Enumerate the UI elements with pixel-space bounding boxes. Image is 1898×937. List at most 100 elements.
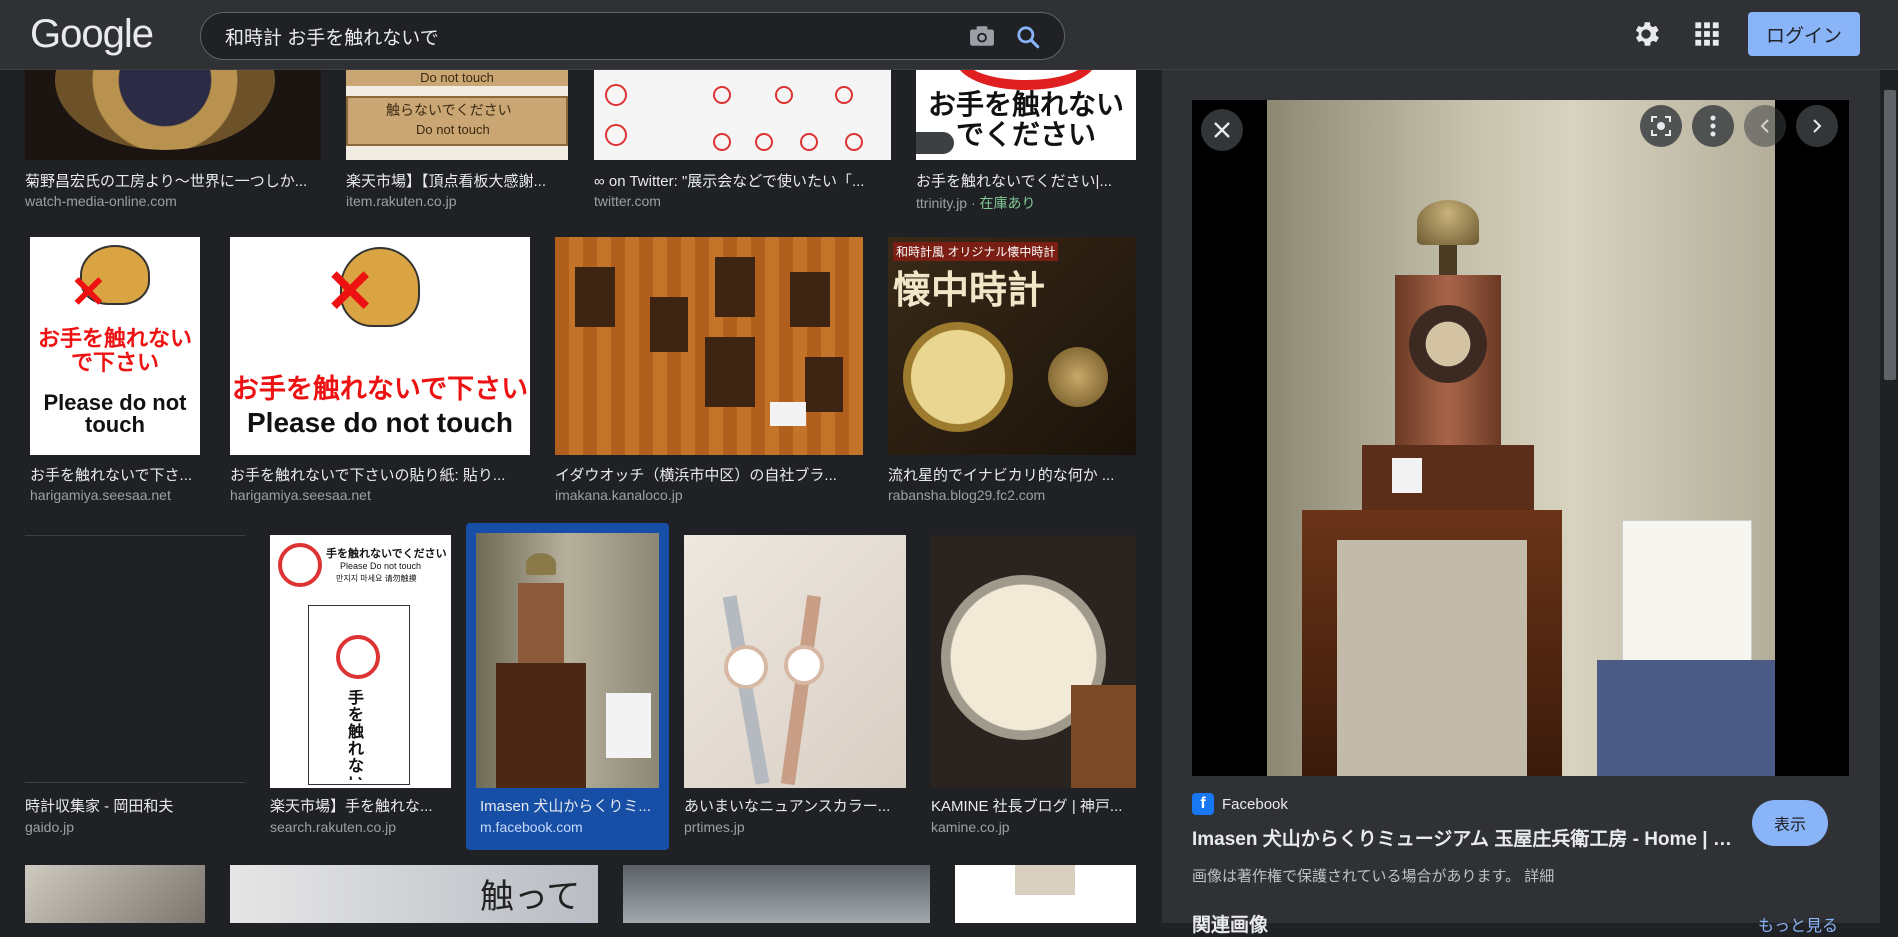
next-button[interactable]: [1796, 105, 1838, 147]
scrollbar-thumb[interactable]: [1884, 90, 1896, 380]
result-source: kamine.co.jp: [931, 819, 1010, 835]
result-image[interactable]: 和時計風 オリジナル懐中時計 懐中時計: [888, 237, 1136, 455]
result-source: m.facebook.com: [480, 819, 583, 835]
result-tile[interactable]: Do not touch 触らないでください Do not touch 楽天市場…: [346, 70, 568, 210]
result-source: prtimes.jp: [684, 819, 745, 835]
result-title: 流れ星的でイナビカリ的な何か ...: [888, 467, 1115, 484]
preview-image[interactable]: [1267, 100, 1775, 776]
google-logo[interactable]: Google: [30, 12, 154, 57]
result-tile-selected[interactable]: Imasen 犬山からくりミ... m.facebook.com: [466, 523, 669, 850]
search-box[interactable]: [200, 12, 1065, 60]
result-tile[interactable]: 時計収集家 - 岡田和夫 gaido.jp: [25, 535, 245, 835]
see-more-link[interactable]: もっと見る: [1758, 912, 1838, 936]
result-tile[interactable]: [25, 865, 205, 923]
copyright-notice: 画像は著作権で保護されている場合があります。 詳細: [1192, 868, 1555, 885]
result-title: Imasen 犬山からくりミ...: [480, 798, 651, 815]
result-title: あいまいなニュアンスカラー...: [684, 798, 891, 815]
result-title: 楽天市場】手を触れな...: [270, 798, 433, 815]
result-source: search.rakuten.co.jp: [270, 819, 397, 835]
result-source: twitter.com: [594, 193, 661, 209]
product-title: 懐中時計: [893, 270, 1046, 312]
source-row[interactable]: f Facebook: [1192, 792, 1288, 816]
result-image[interactable]: [25, 865, 205, 923]
sign-text: Please do not touch: [246, 407, 514, 438]
result-tile[interactable]: ✕ お手を触れないで下さい Please do not touch お手を触れな…: [30, 237, 200, 503]
result-title: 時計収集家 - 岡田和夫: [25, 798, 174, 815]
result-image[interactable]: [25, 70, 321, 160]
result-image[interactable]: [594, 70, 891, 160]
result-tile[interactable]: 和時計風 オリジナル懐中時計 懐中時計 流れ星的でイナビカリ的な何か ... r…: [888, 237, 1136, 503]
result-title: 菊野昌宏氏の工房より〜世界に一つしか...: [25, 173, 308, 190]
image-viewer: [1192, 100, 1849, 776]
result-image[interactable]: [955, 865, 1136, 923]
result-source: item.rakuten.co.jp: [346, 193, 457, 209]
result-image[interactable]: [623, 865, 930, 923]
result-tile[interactable]: ∞ on Twitter: "展示会などで使いたい「... twitter.co…: [594, 70, 891, 210]
source-name: Facebook: [1222, 795, 1288, 813]
close-button[interactable]: [1201, 109, 1243, 151]
image-preview-panel: f Facebook Imasen 犬山からくりミュージアム 玉屋庄兵衛工房 -…: [1162, 70, 1898, 936]
lens-icon: [1651, 116, 1671, 136]
sign-text: 触って: [480, 878, 581, 916]
gear-icon[interactable]: [1630, 18, 1662, 50]
result-tile[interactable]: [623, 865, 930, 923]
result-tile[interactable]: イダウオッチ（横浜市中区）の自社ブラ... imakana.kanaloco.j…: [555, 237, 863, 503]
result-image[interactable]: Do not touch 触らないでください Do not touch: [346, 70, 568, 160]
sign-text: お手を触れないで下さい: [37, 326, 192, 375]
preview-title[interactable]: Imasen 犬山からくりミュージアム 玉屋庄兵衛工房 - Home | Fac…: [1192, 824, 1732, 851]
result-source: watch-media-online.com: [25, 193, 177, 209]
lens-button[interactable]: [1640, 105, 1682, 147]
more-vert-icon: [1710, 115, 1716, 137]
result-tile[interactable]: 触って: [230, 865, 598, 923]
search-input[interactable]: [225, 13, 945, 59]
result-source: harigamiya.seesaa.net: [230, 487, 371, 503]
image-results-grid: 菊野昌宏氏の工房より〜世界に一つしか... watch-media-online…: [0, 70, 1160, 923]
no-touch-icons: [605, 84, 863, 151]
chevron-right-icon: [1813, 119, 1822, 133]
result-image[interactable]: 触って: [230, 865, 598, 923]
tag-icon: [916, 132, 954, 154]
result-tile[interactable]: あいまいなニュアンスカラー... prtimes.jp: [684, 535, 906, 835]
result-image[interactable]: [931, 535, 1136, 788]
source-domain: ttrinity.jp: [916, 195, 968, 211]
result-tile[interactable]: KAMINE 社長ブログ | 神戸... kamine.co.jp: [931, 535, 1136, 835]
sign-text: 手を触れないでください: [348, 690, 365, 780]
result-title: KAMINE 社長ブログ | 神戸...: [931, 798, 1123, 815]
sign-text: 만지지 마세요 请勿触摸: [336, 574, 417, 583]
sign-text: Please do not touch: [43, 390, 187, 437]
search-icon[interactable]: [1015, 24, 1041, 50]
result-image[interactable]: [25, 535, 245, 783]
scrollbar[interactable]: [1880, 70, 1898, 923]
result-source: imakana.kanaloco.jp: [555, 487, 683, 503]
camera-icon[interactable]: [969, 25, 995, 47]
result-tile[interactable]: ✕ お手を触れないで下さい Please do not touch お手を触れな…: [230, 237, 530, 503]
result-title: お手を触れないで下さいの貼り紙: 貼り...: [230, 467, 506, 484]
result-tile[interactable]: 菊野昌宏氏の工房より〜世界に一つしか... watch-media-online…: [25, 70, 321, 210]
result-tile[interactable]: お手を触れないでください お手を触れないでください|... ttrinity.j…: [916, 70, 1136, 211]
more-options-button[interactable]: [1692, 105, 1734, 147]
result-image[interactable]: ✕ お手を触れないで下さい Please do not touch: [230, 237, 530, 455]
result-source: harigamiya.seesaa.net: [30, 487, 171, 503]
result-image[interactable]: [684, 535, 906, 788]
related-images-heading: 関連画像: [1192, 915, 1269, 936]
result-tile[interactable]: 手を触れないでください Please Do not touch 만지지 마세요 …: [270, 535, 451, 835]
sign-text: お手を触れないで下さい: [231, 374, 529, 404]
sign-text: Please Do not touch: [340, 561, 422, 571]
login-button[interactable]: ログイン: [1748, 12, 1860, 56]
result-source: ttrinity.jp · 在庫あり: [916, 195, 1036, 211]
sign-text: Do not touch: [346, 70, 568, 86]
sign-text: Do not touch: [416, 122, 490, 137]
result-image[interactable]: [476, 533, 659, 788]
facebook-icon: f: [1192, 793, 1214, 815]
result-tile[interactable]: [955, 865, 1136, 923]
top-bar: Google ログイン: [0, 0, 1898, 70]
result-image[interactable]: お手を触れないでください: [916, 70, 1136, 160]
stock-status: 在庫あり: [979, 195, 1036, 211]
result-image[interactable]: [555, 237, 863, 455]
previous-button[interactable]: [1744, 105, 1786, 147]
result-image[interactable]: 手を触れないでください Please Do not touch 만지지 마세요 …: [270, 535, 451, 788]
result-image[interactable]: ✕ お手を触れないで下さい Please do not touch: [30, 237, 200, 455]
view-button[interactable]: 表示: [1752, 800, 1828, 846]
result-title: ∞ on Twitter: "展示会などで使いたい「...: [594, 173, 865, 190]
apps-grid-icon[interactable]: [1693, 20, 1721, 48]
